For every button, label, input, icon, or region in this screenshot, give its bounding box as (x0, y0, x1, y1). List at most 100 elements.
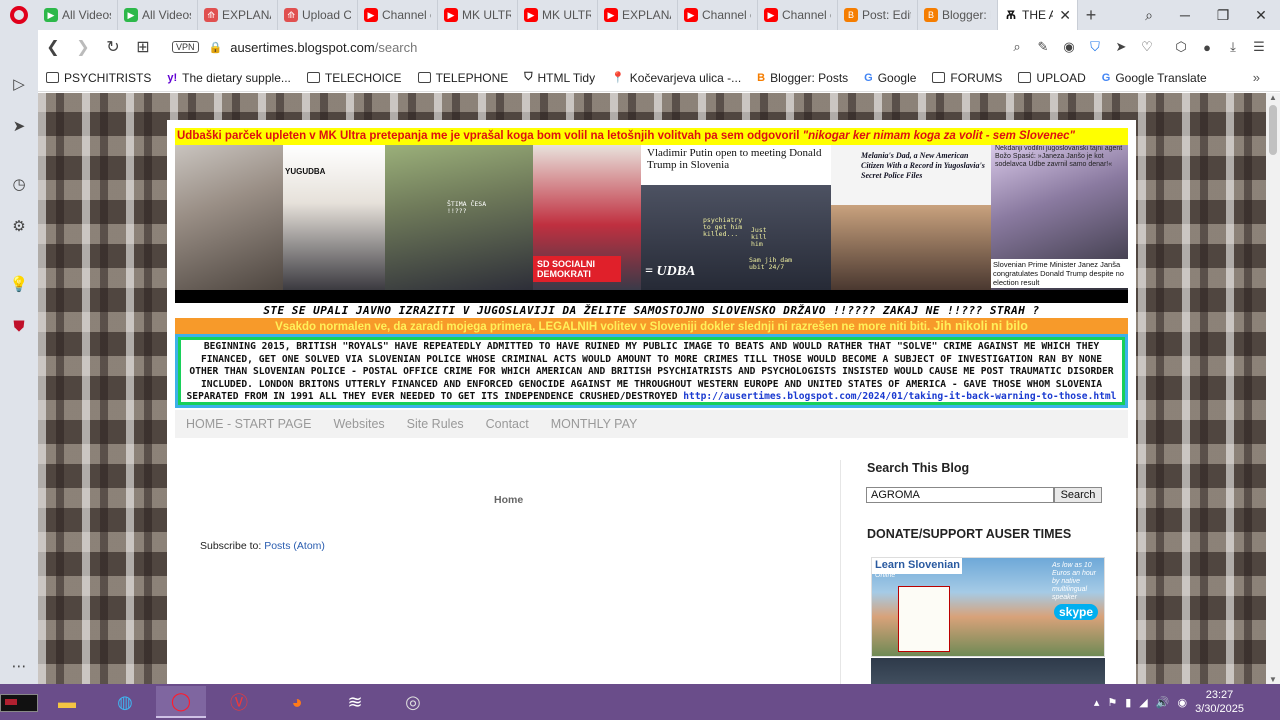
bookmark-item[interactable]: FORUMS (924, 71, 1010, 85)
opera-taskbar-icon[interactable]: ◯ (156, 686, 206, 718)
settings-gear-icon[interactable]: ⚙ (9, 216, 29, 236)
close-tab-icon[interactable]: ✕ (1059, 7, 1071, 24)
notice-link[interactable]: http://ausertimes.blogspot.com/2024/01/t… (683, 391, 1116, 402)
bookmark-item[interactable]: TELEPHONE (410, 71, 517, 85)
send-page-icon[interactable]: ➤ (1110, 36, 1132, 58)
bookmark-item[interactable]: B Blogger: Posts (749, 71, 856, 85)
vpn-badge[interactable]: VPN (172, 41, 199, 53)
skype-logo-icon: skype (1053, 604, 1098, 620)
history-icon[interactable]: ◷ (9, 174, 29, 194)
camera-icon[interactable]: ◉ (1058, 36, 1080, 58)
subscribe-prefix: Subscribe to: (200, 540, 262, 552)
tab[interactable]: ▶ Channel c (678, 0, 758, 30)
blogger-icon: B (757, 71, 766, 84)
menu-item-monthly-pay[interactable]: MONTHLY PAY (540, 417, 649, 431)
menu-item-websites[interactable]: Websites (322, 417, 395, 431)
bookmarks-overflow-icon[interactable]: » (1253, 70, 1260, 85)
tab[interactable]: ⟰ Upload C (278, 0, 358, 30)
bookmark-item[interactable]: G Google (856, 71, 924, 85)
tab[interactable]: ▶ Channel c (758, 0, 838, 30)
tab[interactable]: ▶ MK ULTRA (518, 0, 598, 30)
tab-grid-icon[interactable]: ⊞ (128, 32, 158, 62)
tab[interactable]: ⟰ EXPLANATION (198, 0, 278, 30)
menu-item-site-rules[interactable]: Site Rules (396, 417, 475, 431)
download-icon[interactable]: ⤓ (1222, 36, 1244, 58)
clock[interactable]: 23:27 3/30/2025 (1195, 688, 1244, 716)
vivaldi-icon[interactable]: Ⓥ (214, 686, 264, 718)
opera-tray-icon[interactable]: ◉ (1177, 696, 1187, 709)
search-tabs-icon[interactable]: ⌕ (1130, 0, 1168, 30)
bookmark-item[interactable]: y! The dietary supple... (159, 71, 299, 85)
home-link[interactable]: Home (494, 494, 523, 506)
audio-editor-icon[interactable]: ≋ (330, 686, 380, 718)
bookmark-label: PSYCHITRISTS (64, 70, 152, 85)
header-banner[interactable]: Udbaški parček upleten v MK Ultra pretep… (175, 128, 1128, 408)
scroll-up-icon[interactable]: ▲ (1269, 93, 1277, 102)
tab[interactable]: ▶ All Videos (38, 0, 118, 30)
menu-item-contact[interactable]: Contact (475, 417, 540, 431)
tab[interactable]: ▶ Channel c (358, 0, 438, 30)
bookmark-item[interactable]: TELECHOICE (299, 71, 410, 85)
obs-icon[interactable]: ◎ (388, 686, 438, 718)
heart-icon[interactable]: ♡ (1136, 36, 1158, 58)
tab-label: MK ULTRA (542, 8, 591, 22)
minimize-button[interactable]: ─ (1166, 0, 1204, 30)
flag-icon[interactable]: ⚑ (1107, 696, 1117, 709)
profile-avatar-icon[interactable]: ● (1196, 36, 1218, 58)
url-field[interactable]: ausertimes.blogspot.com/search (230, 40, 417, 55)
lock-icon[interactable]: 🔒 (209, 41, 223, 54)
back-button[interactable]: ❮ (38, 32, 68, 62)
tab[interactable]: B Blogger: P (918, 0, 998, 30)
ad-image-second[interactable] (871, 658, 1105, 684)
network-icon[interactable]: ◢ (1139, 696, 1147, 709)
bookmark-item[interactable]: G Google Translate (1094, 71, 1215, 85)
new-tab-button[interactable]: + (1078, 5, 1104, 26)
tab[interactable]: B Post: Edit (838, 0, 918, 30)
reload-button[interactable]: ↻ (98, 32, 128, 62)
tab[interactable]: ▶ All Videos (118, 0, 198, 30)
maximize-button[interactable]: ❐ (1204, 0, 1242, 30)
scroll-down-icon[interactable]: ▼ (1269, 675, 1277, 684)
extensions-cube-icon[interactable]: ⬡ (1170, 36, 1192, 58)
tab[interactable]: ▶ EXPLANA (598, 0, 678, 30)
tab-active[interactable]: Ѫ THE A ✕ (998, 0, 1078, 30)
video-play-icon: ▶ (124, 8, 138, 22)
collage-photo: YUGUDBA (283, 145, 385, 290)
tray-overflow-icon[interactable]: ▴ (1094, 696, 1100, 709)
window-thumbnail[interactable] (0, 694, 38, 712)
menu-icon[interactable]: ☰ (1248, 36, 1270, 58)
forward-button[interactable]: ❯ (68, 32, 98, 62)
bookmark-item[interactable]: 📍 Kočevarjeva ulica -... (603, 71, 749, 85)
bookmark-item[interactable]: PSYCHITRISTS (38, 71, 159, 85)
ublock-icon[interactable]: ⛊ (9, 316, 29, 336)
file-explorer-icon[interactable]: ▬ (42, 686, 92, 718)
opera-menu-button[interactable] (0, 0, 38, 30)
close-window-button[interactable]: ✕ (1242, 0, 1280, 30)
menu-item-home[interactable]: HOME - START PAGE (175, 417, 322, 431)
tab-label: Channel c (702, 8, 751, 22)
edit-icon[interactable]: ✎ (1032, 36, 1054, 58)
bookmark-item[interactable]: ⛉ HTML Tidy (516, 71, 603, 85)
page-scrollbar[interactable]: ▲ ▼ (1266, 93, 1280, 684)
bookmark-label: HTML Tidy (537, 70, 596, 85)
zoom-search-icon[interactable]: ⌕ (1006, 36, 1028, 58)
firefox-icon[interactable]: ◕ (272, 686, 322, 718)
battery-icon[interactable]: ▮ (1125, 696, 1131, 709)
blog-search-button[interactable]: Search (1054, 487, 1102, 503)
scrollbar-thumb[interactable] (1269, 105, 1277, 155)
shield-icon[interactable]: ⛉ (1084, 36, 1106, 58)
collage-photo: Nekdanji vodilni jugoslovanski tajni age… (991, 145, 1128, 290)
tab-label: Blogger: P (942, 8, 991, 22)
news-headline: Vladimir Putin open to meeting Donald Tr… (647, 147, 822, 171)
volume-icon[interactable]: 🔊 (1156, 696, 1170, 709)
learn-slovenian-ad[interactable]: Learn Slovenian Online As low as 10 Euro… (871, 557, 1105, 657)
send-icon[interactable]: ➤ (9, 116, 29, 136)
bookmark-item[interactable]: UPLOAD (1010, 71, 1093, 85)
player-icon[interactable]: ▷ (9, 74, 29, 94)
subscribe-link[interactable]: Posts (Atom) (264, 540, 325, 552)
blog-search-input[interactable] (866, 487, 1054, 503)
tab[interactable]: ▶ MK ULTRA (438, 0, 518, 30)
edge-icon[interactable]: ◍ (100, 686, 150, 718)
more-options-icon[interactable]: ⋯ (9, 656, 29, 676)
lightbulb-icon[interactable]: 💡 (9, 274, 29, 294)
